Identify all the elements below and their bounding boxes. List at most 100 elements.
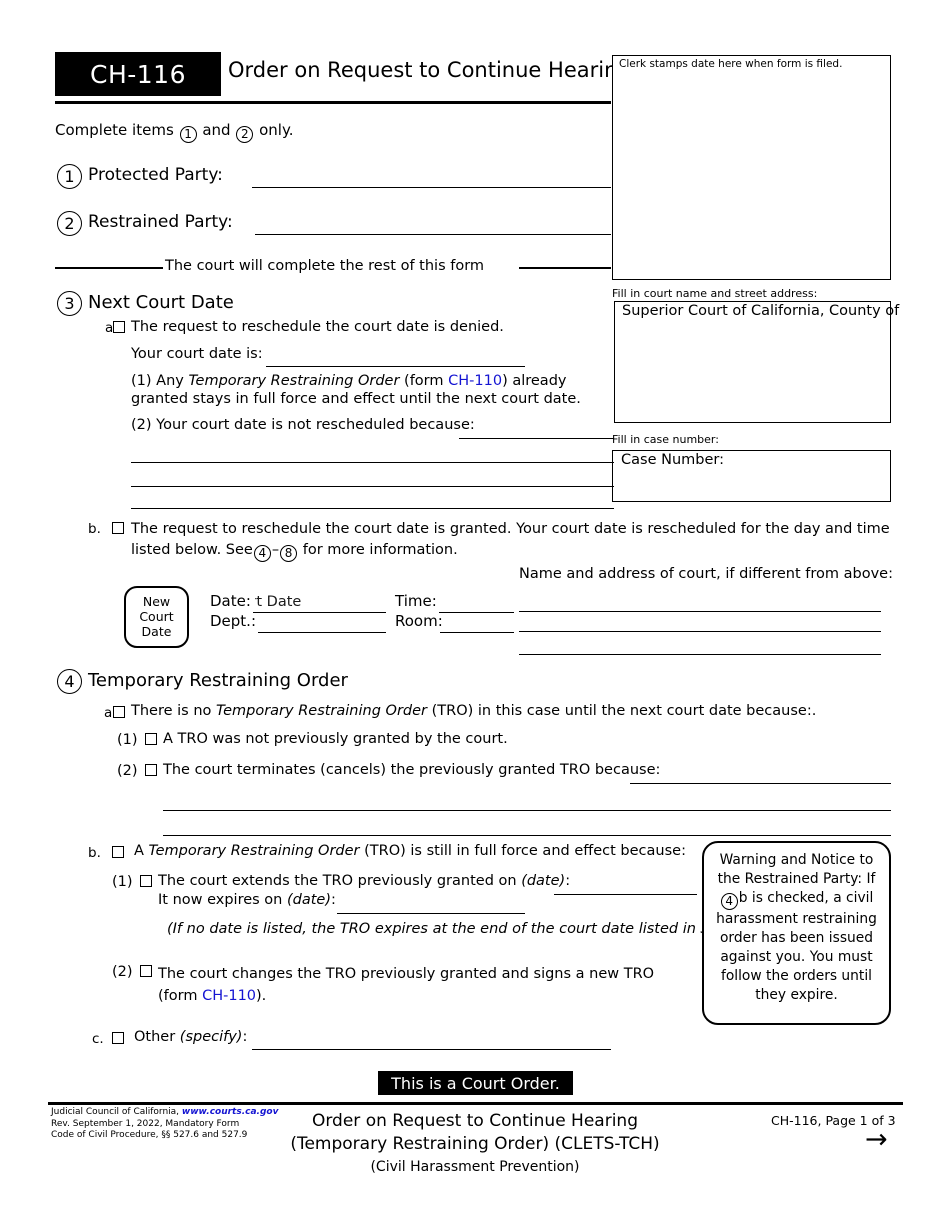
protected-party-field[interactable]	[252, 187, 611, 188]
new-room-field[interactable]	[440, 632, 514, 633]
item-3a1-text: (1) Any Temporary Restraining Order (for…	[131, 372, 621, 408]
form-link-ch110-a[interactable]: CH-110	[448, 373, 502, 389]
item-3a2-field-4[interactable]	[131, 508, 614, 509]
clerk-stamp-label: Clerk stamps date here when form is file…	[619, 58, 843, 70]
item-3b-letter: b.	[88, 521, 101, 537]
restrained-party-field[interactable]	[255, 234, 611, 235]
footer-legal-line-1: Judicial Council of California, www.cour…	[51, 1107, 278, 1119]
item-4b2-post: ).	[256, 988, 267, 1004]
footer-title-line-1: Order on Request to Continue Hearing	[311, 1111, 638, 1131]
item-3b-text: The request to reschedule the court date…	[131, 519, 891, 562]
item-4a-italic: Temporary Restraining Order	[216, 703, 427, 719]
new-date-field[interactable]	[253, 612, 386, 613]
protected-party-label: Protected Party:	[88, 165, 223, 185]
court-address-field-3[interactable]	[519, 654, 881, 655]
circled-ref-4: 4	[253, 545, 271, 562]
item-4b-letter: b.	[88, 845, 101, 861]
complete-items-mid: and	[202, 121, 231, 139]
item-3a2-field-3[interactable]	[131, 486, 614, 487]
item-4b1-text: The court extends the TRO previously gra…	[158, 873, 570, 889]
item-4b1-pre: The court extends the TRO previously gra…	[158, 873, 522, 889]
item-4b1-expires-date-field[interactable]	[337, 913, 525, 914]
checkbox-4a[interactable]	[113, 706, 125, 718]
new-time-label: Time:	[395, 592, 437, 610]
circled-number-1: 1	[179, 126, 197, 143]
item-1-marker: 1	[57, 164, 82, 189]
item-3a1-mid: (form	[399, 373, 449, 389]
item-3a1-pre: (1) Any	[131, 373, 189, 389]
court-order-banner: This is a Court Order.	[378, 1071, 573, 1095]
form-link-ch110-b[interactable]: CH-110	[202, 988, 256, 1004]
item-4b1-granted-date-field[interactable]	[554, 894, 697, 895]
court-date-field[interactable]	[266, 366, 525, 367]
court-name-box[interactable]	[614, 301, 891, 423]
new-court-date-badge: New Court Date	[124, 586, 189, 648]
checkbox-4c[interactable]	[112, 1032, 124, 1044]
checkbox-4b1[interactable]	[140, 875, 152, 887]
new-dept-field[interactable]	[258, 632, 386, 633]
case-number-label: Fill in case number:	[612, 433, 719, 446]
header-divider	[55, 101, 611, 104]
item-4c-colon: :	[242, 1029, 248, 1045]
section-4-title: Temporary Restraining Order	[88, 670, 348, 691]
checkbox-4a1[interactable]	[145, 733, 157, 745]
item-3b-post: for more information.	[302, 542, 458, 558]
footer-legal-text: Judicial Council of California, www.cour…	[51, 1107, 278, 1142]
case-number-value: Case Number:	[621, 452, 724, 468]
form-code-text: CH-116	[90, 59, 186, 89]
new-room-label: Room:	[395, 612, 443, 630]
checkbox-4b[interactable]	[112, 846, 124, 858]
item-4c-specify-italic: (specify)	[179, 1029, 243, 1045]
circled-ref-8: 8	[280, 545, 298, 562]
court-address-field-2[interactable]	[519, 631, 881, 632]
item-4c-field[interactable]	[252, 1049, 611, 1050]
form-page: CH-116 Order on Request to Continue Hear…	[0, 0, 950, 1230]
checkbox-4b2[interactable]	[140, 965, 152, 977]
circled-ref-warning-4: 4	[720, 893, 738, 910]
footer-legal-line-2: Rev. September 1, 2022, Mandatory Form	[51, 1118, 240, 1129]
checkbox-3b[interactable]	[112, 522, 124, 534]
item-4b1-number: (1)	[112, 874, 133, 890]
item-4a2-field-2[interactable]	[163, 810, 891, 811]
clerk-stamp-box[interactable]	[612, 55, 891, 280]
restrained-party-label: Restrained Party:	[88, 212, 233, 232]
footer-title-line-3: (Civil Harassment Prevention)	[370, 1159, 580, 1175]
form-code-badge: CH-116	[55, 52, 221, 96]
checkbox-3a[interactable]	[113, 321, 125, 333]
warning-heading: Warning and Notice to the Restrained Par…	[717, 852, 874, 887]
footer-title-line-2: (Temporary Restraining Order) (CLETS-TCH…	[290, 1134, 660, 1154]
court-completes-caption: The court will complete the rest of this…	[165, 258, 485, 274]
item-4a2-field-1[interactable]	[630, 783, 891, 784]
item-3b-pre: The request to reschedule the court date…	[131, 521, 890, 558]
section-4-marker: 4	[57, 669, 82, 694]
item-4b1-colon: :	[565, 873, 571, 889]
item-4a2-number: (2)	[117, 763, 138, 779]
item-3a2-field-2[interactable]	[131, 462, 614, 463]
item-4a1-text: A TRO was not previously granted by the …	[163, 731, 508, 747]
item-4a2-field-3[interactable]	[163, 835, 891, 836]
item-4a-pre: There is no	[131, 703, 217, 719]
new-court-date-badge-text: New Court Date	[139, 594, 174, 639]
item-4b1-expires-italic: (date)	[286, 892, 331, 908]
complete-items-instruction: Complete items 1 and 2 only.	[55, 121, 293, 143]
item-4a-post: (TRO) in this case until the next court …	[427, 703, 817, 719]
warning-post: b is checked, a civil harassment restrai…	[716, 890, 877, 1003]
new-time-field[interactable]	[439, 612, 514, 613]
item-4b-post: (TRO) is still in full force and effect …	[359, 843, 686, 859]
item-3a2-field-1[interactable]	[459, 438, 614, 439]
checkbox-4a2[interactable]	[145, 764, 157, 776]
item-4a1-number: (1)	[117, 732, 138, 748]
complete-items-pre: Complete items	[55, 121, 174, 139]
item-4a-text: There is no Temporary Restraining Order …	[131, 703, 816, 719]
page-title: Order on Request to Continue Hearing	[228, 58, 631, 82]
court-address-field-1[interactable]	[519, 611, 881, 612]
footer-divider	[48, 1102, 903, 1105]
item-4b1-note: (If no date is listed, the TRO expires a…	[167, 921, 730, 937]
footer-form-title: Order on Request to Continue Hearing (Te…	[255, 1110, 695, 1179]
warning-pre: If	[866, 871, 876, 887]
court-completes-rule-left	[55, 267, 163, 269]
item-3a2-text: (2) Your court date is not rescheduled b…	[131, 417, 475, 433]
court-name-value: Superior Court of California, County of	[622, 303, 900, 319]
item-4c-text: Other (specify):	[134, 1029, 247, 1045]
section-3-marker: 3	[57, 291, 82, 316]
